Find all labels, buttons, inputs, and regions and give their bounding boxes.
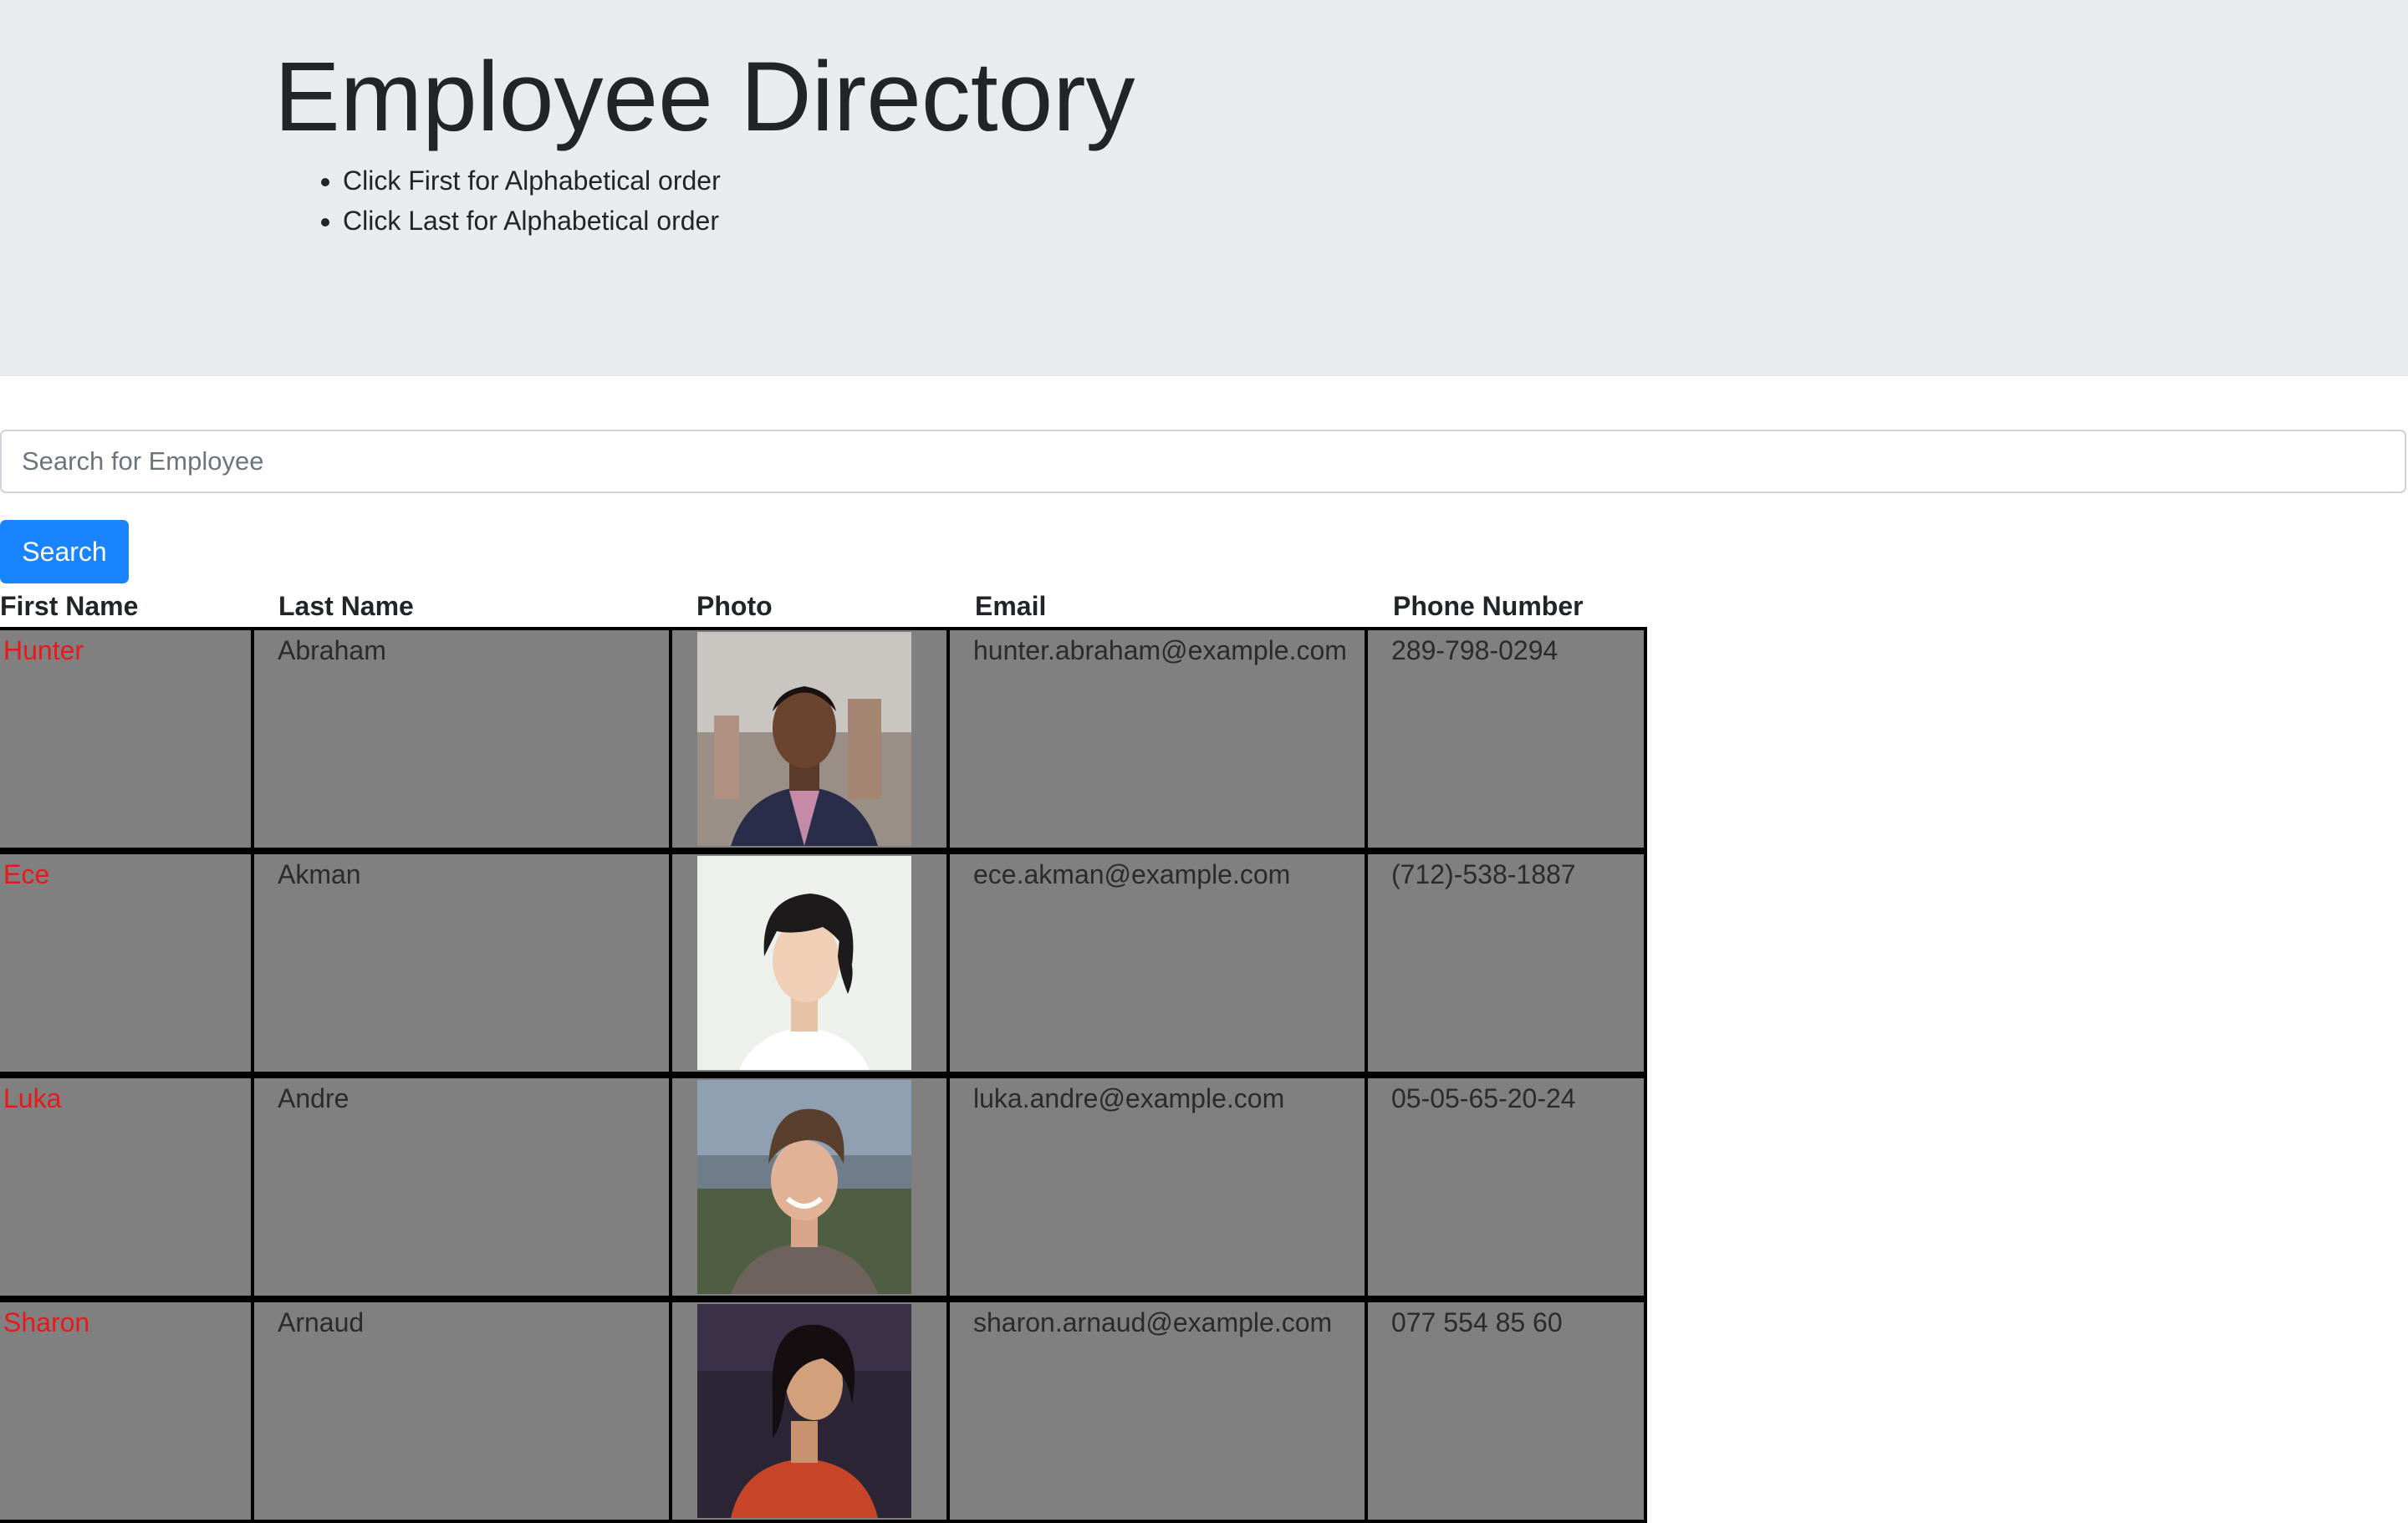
last-name-cell: Abraham	[251, 627, 672, 851]
photo-cell	[669, 1075, 950, 1299]
table-row: Ece Akman ece.akman@example.com (712)-53…	[0, 851, 1647, 1075]
photo-cell	[669, 1299, 950, 1523]
employee-photo	[697, 632, 911, 846]
first-name-cell: Ece	[0, 851, 254, 1075]
photo-cell	[669, 627, 950, 851]
last-name-cell: Andre	[251, 1075, 672, 1299]
hint-last-name: Click Last for Alphabetical order	[343, 201, 721, 241]
email-cell: sharon.arnaud@example.com	[946, 1299, 1368, 1523]
email-cell: ece.akman@example.com	[946, 851, 1368, 1075]
page-header: Employee Directory Click First for Alpha…	[0, 0, 2408, 376]
first-name-cell: Hunter	[0, 627, 254, 851]
phone-cell: 077 554 85 60	[1365, 1299, 1647, 1523]
first-name-text: Ece	[3, 859, 50, 889]
phone-cell: (712)-538-1887	[1365, 851, 1647, 1075]
page-title: Employee Directory	[274, 42, 1135, 152]
column-header-last-name[interactable]: Last Name	[278, 585, 414, 627]
column-header-photo: Photo	[696, 591, 773, 621]
last-name-cell: Arnaud	[251, 1299, 672, 1523]
column-header-email: Email	[975, 591, 1047, 621]
first-name-text: Luka	[3, 1083, 62, 1113]
phone-cell: 05-05-65-20-24	[1365, 1075, 1647, 1299]
last-name-cell: Akman	[251, 851, 672, 1075]
table-row: Sharon Arnaud sharon.arnaud@example.com …	[0, 1299, 1647, 1523]
first-name-text: Sharon	[3, 1307, 90, 1337]
first-name-cell: Sharon	[0, 1299, 254, 1523]
employee-photo	[697, 1304, 911, 1518]
employee-photo	[697, 1080, 911, 1294]
search-input[interactable]	[0, 430, 2406, 493]
employee-photo	[697, 856, 911, 1070]
phone-cell: 289-798-0294	[1365, 627, 1647, 851]
column-header-first-name[interactable]: First Name	[0, 585, 138, 627]
first-name-text: Hunter	[3, 635, 84, 665]
table-row: Luka Andre luka.andre@example.com 05-05-…	[0, 1075, 1647, 1299]
column-header-phone: Phone Number	[1393, 591, 1584, 621]
hint-first-name: Click First for Alphabetical order	[343, 160, 721, 201]
first-name-cell: Luka	[0, 1075, 254, 1299]
search-button[interactable]: Search	[0, 520, 129, 583]
email-cell: luka.andre@example.com	[946, 1075, 1368, 1299]
hint-list: Click First for Alphabetical order Click…	[343, 160, 721, 241]
photo-cell	[669, 851, 950, 1075]
table-row: Hunter Abraham hunter.abraham@example.co…	[0, 627, 1647, 851]
email-cell: hunter.abraham@example.com	[946, 627, 1368, 851]
